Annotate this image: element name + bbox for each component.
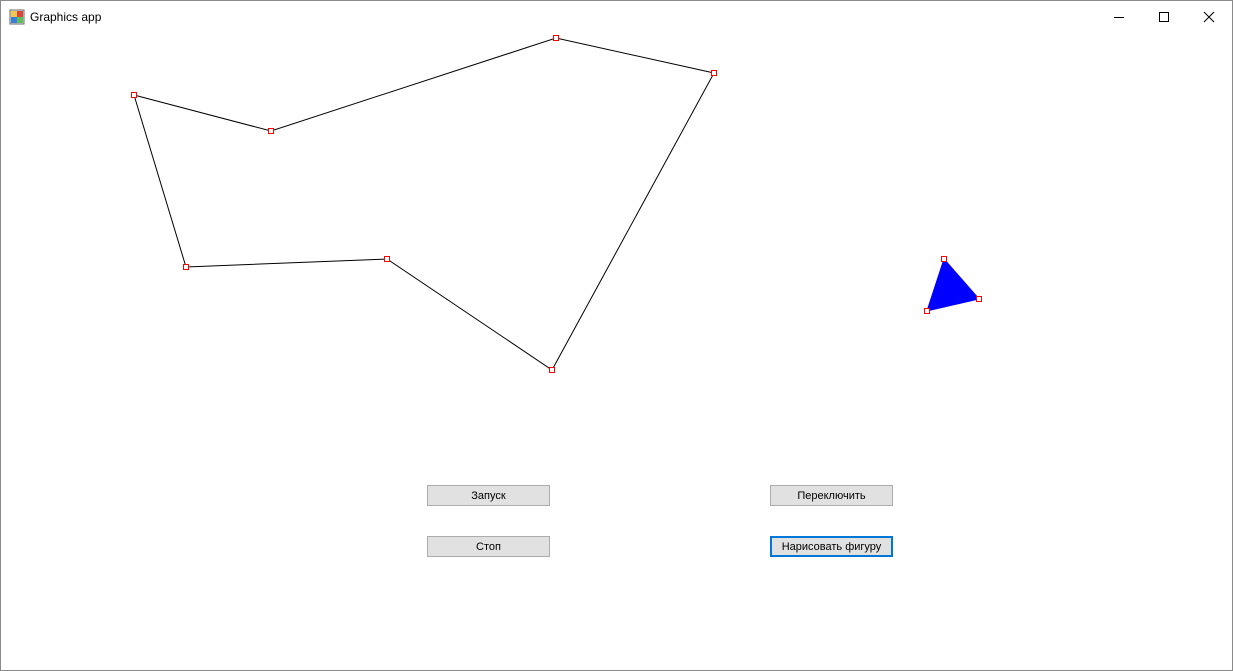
minimize-button[interactable]: [1096, 1, 1142, 32]
polygon-shape: [133, 37, 715, 371]
maximize-icon: [1159, 11, 1169, 22]
maximize-button[interactable]: [1141, 1, 1187, 32]
drawing-canvas[interactable]: [1, 32, 1232, 670]
switch-button[interactable]: Переключить: [770, 485, 893, 506]
vertex-marker: [976, 296, 982, 302]
vertex-marker: [384, 256, 390, 262]
vertex-marker: [183, 264, 189, 270]
close-icon: [1203, 11, 1215, 22]
triangle-shape: [926, 258, 980, 312]
close-button[interactable]: [1186, 1, 1232, 32]
stop-button[interactable]: Стоп: [427, 536, 550, 557]
start-button[interactable]: Запуск: [427, 485, 550, 506]
vertex-marker: [941, 256, 947, 262]
polygon-vertex-markers: [131, 35, 717, 373]
app-icon: [9, 9, 25, 25]
app-window: Graphics app Запуск Стоп Переключить Нар…: [0, 0, 1233, 671]
vertex-marker: [268, 128, 274, 134]
minimize-icon: [1114, 16, 1124, 18]
window-title: Graphics app: [30, 10, 102, 24]
draw-shape-button[interactable]: Нарисовать фигуру: [770, 536, 893, 557]
vertex-marker: [549, 367, 555, 373]
vertex-marker: [924, 308, 930, 314]
title-bar[interactable]: Graphics app: [1, 1, 1232, 32]
vertex-marker: [711, 70, 717, 76]
vertex-marker: [131, 92, 137, 98]
vertex-marker: [553, 35, 559, 41]
